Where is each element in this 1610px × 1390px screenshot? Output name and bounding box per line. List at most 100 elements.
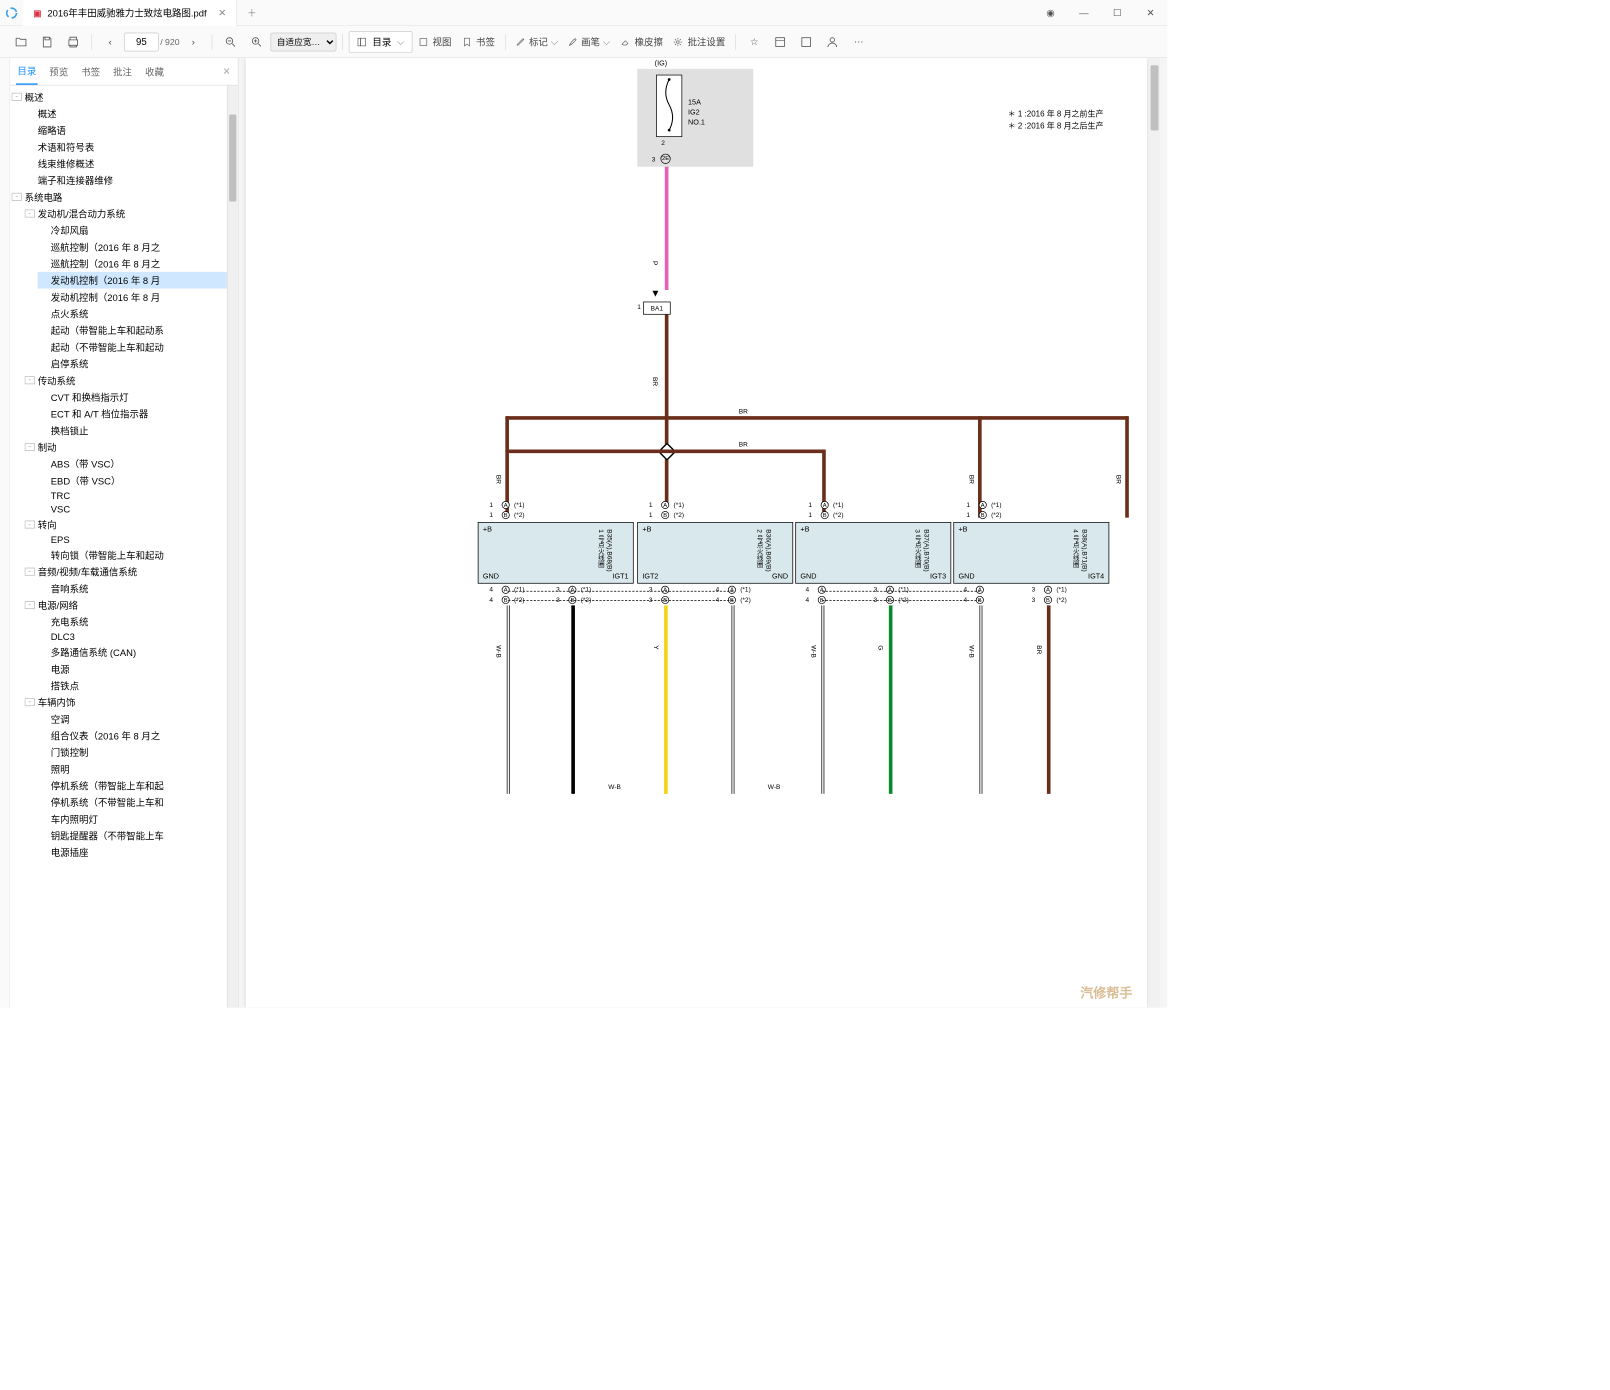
annot-settings-button[interactable]: 批注设置 [669,29,730,54]
next-page-button[interactable]: › [181,29,206,54]
collapse-icon[interactable]: - [12,193,22,201]
bookmark-button[interactable]: 书签 [457,29,499,54]
tree-node[interactable]: 术语和符号表 [25,138,238,155]
star-button[interactable]: ☆ [742,29,767,54]
zoom-out-button[interactable] [218,29,243,54]
close-tab-icon[interactable]: ✕ [218,7,226,19]
tree-node[interactable]: 缩略语 [25,122,238,139]
brush-button[interactable]: 画笔⌵ [564,29,615,54]
tree-node[interactable]: 多路通信系统 (CAN) [38,644,238,661]
wire-br-main [665,315,669,504]
new-tab-button[interactable]: ＋ [237,6,267,20]
help-icon[interactable]: ◉ [1034,0,1067,26]
tree-node[interactable]: 照明 [38,761,238,778]
tab-annot[interactable]: 批注 [112,59,134,84]
collapse-icon[interactable]: - [25,601,35,609]
tree-node[interactable]: -音频/视频/车载通信系统 [25,563,238,580]
collapse-icon[interactable]: - [25,698,35,706]
tree-node[interactable]: 发动机控制（2016 年 8 月 [38,289,238,306]
tree-node-selected[interactable]: 发动机控制（2016 年 8 月 [38,272,238,289]
zoom-select[interactable]: 自适应宽… [270,32,336,51]
tree-node[interactable]: 端子和连接器维修 [25,172,238,189]
tree-node[interactable]: 门锁控制 [38,744,238,761]
zoom-in-button[interactable] [244,29,269,54]
tree-node[interactable]: -系统电路 [12,189,238,206]
tree-node[interactable]: -发动机/混合动力系统 [25,205,238,222]
tree-node[interactable]: ECT 和 A/T 档位指示器 [38,405,238,422]
tree-node[interactable]: 组合仪表（2016 年 8 月之 [38,727,238,744]
document-canvas[interactable]: (IG) 15A IG2 NO.1 2 3 2E ＊ 1 :2016 年 8 月… [239,58,1168,1008]
tree-node[interactable]: TRC [38,489,238,503]
tree-node[interactable]: 音响系统 [38,580,238,597]
eraser-button[interactable]: 橡皮擦 [616,29,667,54]
sidebar-scrollbar[interactable] [227,86,238,1008]
close-panel-icon[interactable]: ✕ [221,60,232,83]
canvas-scrollbar[interactable] [1149,58,1160,1008]
tree-node[interactable]: -转向 [25,516,238,533]
open-file-button[interactable] [9,29,34,54]
page-total: / 920 [160,37,179,47]
format-button[interactable] [768,29,793,54]
tree-node[interactable]: ABS（带 VSC） [38,455,238,472]
page-input[interactable] [124,32,159,51]
tree-node[interactable]: 冷却风扇 [38,222,238,239]
collapse-icon[interactable]: - [25,443,35,451]
blank-button[interactable] [794,29,819,54]
outline-tree: -概述 概述 缩略语 术语和符号表 线束维修概述 端子和连接器维修 -系统电路 … [10,86,238,1008]
user-button[interactable] [820,29,845,54]
tree-node[interactable]: 充电系统 [38,613,238,630]
tree-node[interactable]: EBD（带 VSC） [38,472,238,489]
tree-node[interactable]: -电源/网络 [25,597,238,614]
tab-outline[interactable]: 目录 [16,58,38,85]
tree-node[interactable]: 概述 [25,105,238,122]
tree-node[interactable]: VSC [38,502,238,516]
tab-fav[interactable]: 收藏 [144,59,166,84]
tree-node[interactable]: 车内照明灯 [38,811,238,828]
watermark: 汽修帮手 [1080,983,1132,1002]
tree-node[interactable]: 启停系统 [38,355,238,372]
tab-bookmark[interactable]: 书签 [80,59,102,84]
collapse-icon[interactable]: - [12,93,22,101]
collapse-icon[interactable]: - [25,568,35,576]
maximize-button[interactable]: ☐ [1101,0,1134,26]
document-tab[interactable]: ▣ 2016年丰田威驰雅力士致炫电路图.pdf ✕ [23,0,237,26]
tree-node[interactable]: -制动 [25,439,238,456]
mark-button[interactable]: 标记⌵ [512,29,563,54]
save-button[interactable] [35,29,60,54]
tree-node[interactable]: -传动系统 [25,372,238,389]
tree-node[interactable]: -车辆内饰 [25,694,238,711]
more-button[interactable]: ⋯ [846,29,871,54]
outline-dropdown[interactable]: 目录 ⌵ [349,31,413,53]
prev-page-button[interactable]: ‹ [98,29,123,54]
fuse-block: 15A IG2 NO.1 2 3 2E [637,69,753,167]
tree-node[interactable]: 点火系统 [38,305,238,322]
tree-node[interactable]: 停机系统（带智能上车和起 [38,777,238,794]
tree-node[interactable]: EPS [38,533,238,547]
tree-node[interactable]: 巡航控制（2016 年 8 月之 [38,255,238,272]
tree-node[interactable]: 换档锁止 [38,422,238,439]
tree-node[interactable]: 电源 [38,660,238,677]
view-button[interactable]: 视图 [414,29,456,54]
print-button[interactable] [61,29,86,54]
ba1-box: BA1 [643,302,671,315]
arrow-icon: ▼ [650,287,660,299]
minimize-button[interactable]: — [1067,0,1100,26]
collapse-icon[interactable]: - [25,376,35,384]
tree-node[interactable]: 线束维修概述 [25,155,238,172]
tree-node[interactable]: CVT 和换档指示灯 [38,389,238,406]
tree-node[interactable]: 空调 [38,711,238,728]
tab-preview[interactable]: 预览 [48,59,70,84]
tree-node[interactable]: 电源插座 [38,844,238,861]
tree-node[interactable]: DLC3 [38,630,238,644]
tree-node[interactable]: -概述 [12,88,238,105]
collapse-icon[interactable]: - [25,210,35,218]
tree-node[interactable]: 搭铁点 [38,677,238,694]
collapse-icon[interactable]: - [25,521,35,529]
close-window-button[interactable]: ✕ [1134,0,1167,26]
tree-node[interactable]: 巡航控制（2016 年 8 月之 [38,239,238,256]
tree-node[interactable]: 转向锁（带智能上车和起动 [38,547,238,564]
tree-node[interactable]: 停机系统（不带智能上车和 [38,794,238,811]
tree-node[interactable]: 起动（不带智能上车和起动 [38,339,238,356]
tree-node[interactable]: 起动（带智能上车和起动系 [38,322,238,339]
tree-node[interactable]: 钥匙提醒器（不带智能上车 [38,827,238,844]
